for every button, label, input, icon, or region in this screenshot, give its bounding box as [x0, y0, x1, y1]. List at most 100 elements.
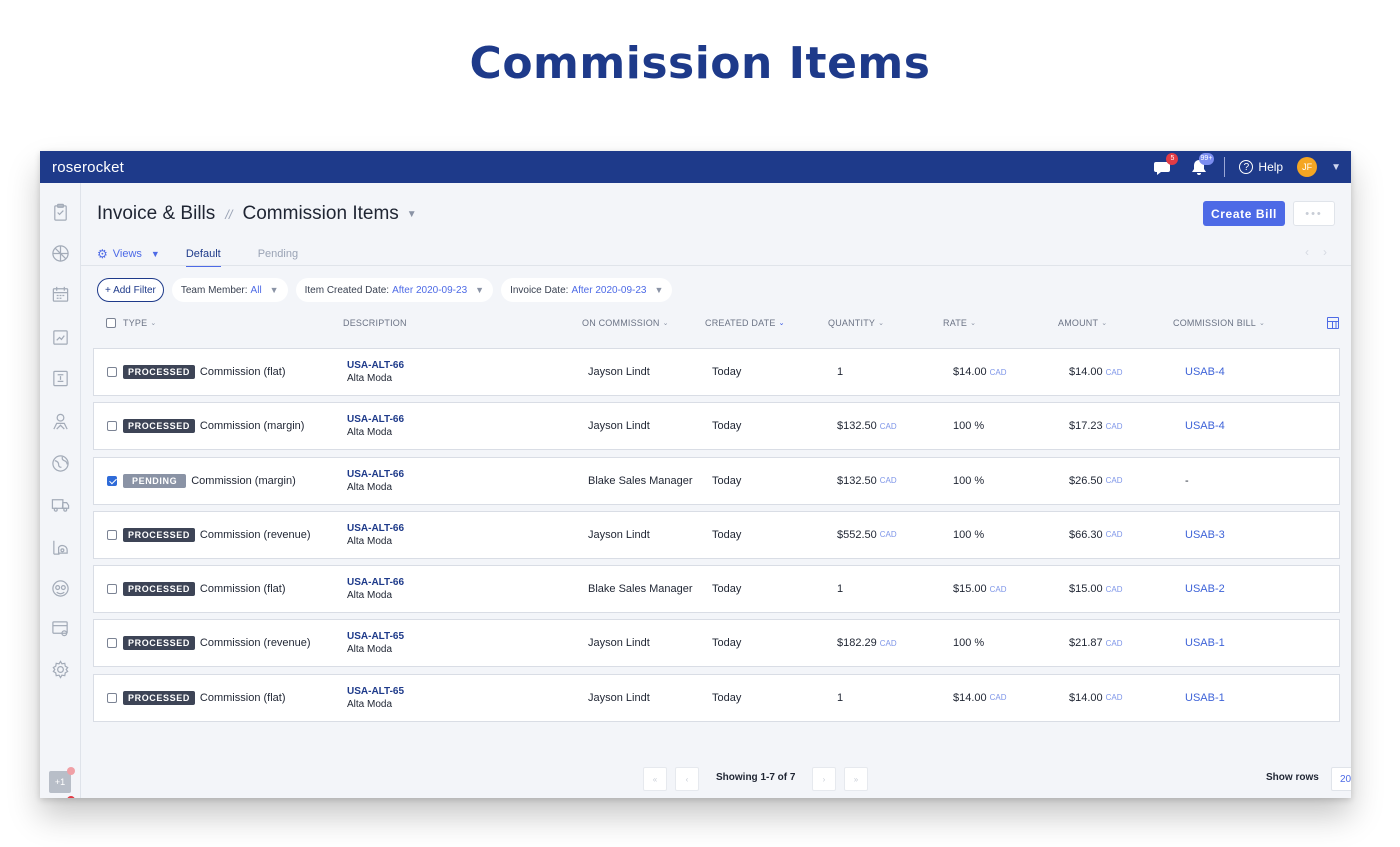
- table-body: PROCESSED Commission (flat) USA-ALT-66 Alta…: [93, 348, 1340, 728]
- table-row[interactable]: PROCESSED Commission (revenue) USA-ALT-65 A…: [93, 619, 1340, 668]
- sidebar-calendar-icon[interactable]: [51, 285, 70, 304]
- filter-invoice-date[interactable]: Invoice Date: After 2020-09-23 ▼: [501, 278, 673, 302]
- columns-settings-icon[interactable]: [1327, 317, 1339, 329]
- row-type-cell: PROCESSED Commission (flat): [107, 675, 286, 721]
- order-link[interactable]: USA-ALT-65: [347, 685, 404, 698]
- chevron-down-icon[interactable]: ▼: [407, 209, 417, 220]
- col-quantity[interactable]: QUANTITY ⌄: [828, 318, 884, 328]
- row-description-cell: USA-ALT-66 Alta Moda: [347, 349, 404, 395]
- chevron-down-icon: ▼: [269, 285, 279, 295]
- user-menu-caret-icon[interactable]: ▼: [1331, 162, 1341, 173]
- add-filter-button[interactable]: + Add Filter: [97, 278, 164, 302]
- order-link[interactable]: USA-ALT-66: [347, 468, 404, 481]
- select-all-checkbox[interactable]: [106, 318, 116, 328]
- order-link[interactable]: USA-ALT-66: [347, 359, 404, 372]
- sidebar-support-icon[interactable]: [51, 579, 70, 598]
- sidebar-driver-icon[interactable]: [51, 537, 70, 556]
- messages-icon[interactable]: 5: [1152, 153, 1179, 178]
- status-badge: PROCESSED: [123, 527, 195, 542]
- col-type[interactable]: TYPE ⌄: [106, 318, 156, 328]
- sidebar-billing-icon[interactable]: [51, 619, 70, 638]
- col-type-label: TYPE: [123, 318, 148, 328]
- col-commission-bill[interactable]: COMMISSION BILL ⌄: [1173, 318, 1265, 328]
- table-row[interactable]: PROCESSED Commission (revenue) USA-ALT-66 A…: [93, 510, 1340, 559]
- help-label: Help: [1258, 160, 1284, 174]
- sidebar-reports-icon[interactable]: [51, 328, 70, 347]
- currency-label: CAD: [1105, 367, 1123, 377]
- row-checkbox[interactable]: [107, 584, 117, 595]
- commission-bill-link[interactable]: USAB-4: [1185, 366, 1225, 378]
- sidebar-truck-icon[interactable]: [51, 495, 70, 514]
- row-checkbox[interactable]: [107, 421, 117, 432]
- order-link[interactable]: USA-ALT-66: [347, 576, 404, 589]
- tab-default[interactable]: Default: [185, 244, 221, 267]
- chevron-right-icon[interactable]: ›: [1323, 245, 1327, 259]
- row-checkbox[interactable]: [107, 692, 117, 703]
- order-link[interactable]: USA-ALT-66: [347, 522, 404, 535]
- col-description: DESCRIPTION: [343, 318, 407, 328]
- order-link[interactable]: USA-ALT-66: [347, 413, 404, 426]
- sidebar-global-icon[interactable]: [51, 454, 70, 473]
- col-rate[interactable]: RATE ⌄: [943, 318, 976, 328]
- quantity-value: $132.50: [837, 420, 877, 433]
- sidebar-orders-icon[interactable]: [51, 203, 70, 222]
- user-avatar[interactable]: JF: [1297, 157, 1318, 177]
- commission-bill-link[interactable]: USAB-3: [1185, 529, 1225, 541]
- ellipsis-icon: •••: [1305, 207, 1323, 220]
- logo[interactable]: roserocket: [52, 159, 124, 176]
- quantity-cell: $132.50 CAD: [837, 403, 897, 449]
- row-checkbox[interactable]: [107, 367, 117, 377]
- tab-pending[interactable]: Pending: [258, 244, 298, 264]
- order-link[interactable]: USA-ALT-65: [347, 630, 404, 643]
- row-checkbox[interactable]: [107, 529, 117, 540]
- commission-bill-cell: -: [1185, 458, 1189, 504]
- chevron-left-icon[interactable]: ‹: [1305, 245, 1309, 259]
- col-on-commission[interactable]: ON COMMISSION ⌄: [582, 318, 669, 328]
- status-badge: PROCESSED: [123, 690, 195, 705]
- sidebar-add-app-button[interactable]: +1: [49, 767, 75, 793]
- filter-item-created-date[interactable]: Item Created Date: After 2020-09-23 ▼: [295, 278, 494, 302]
- double-chevron-left-icon: «: [652, 774, 658, 784]
- last-page-button[interactable]: »: [844, 767, 868, 791]
- commission-bill-link[interactable]: USAB-1: [1185, 637, 1225, 649]
- row-checkbox[interactable]: [107, 638, 117, 649]
- table-row[interactable]: PROCESSED Commission (flat) USA-ALT-66 Alta…: [93, 348, 1340, 396]
- next-page-button[interactable]: ›: [812, 767, 836, 791]
- row-checkbox[interactable]: [107, 475, 117, 486]
- commission-bill-cell: USAB-1: [1185, 675, 1225, 721]
- sidebar-users-icon[interactable]: [51, 412, 70, 431]
- col-amount[interactable]: AMOUNT ⌄: [1058, 318, 1107, 328]
- notifications-icon[interactable]: 99+: [1188, 153, 1215, 178]
- table-row[interactable]: PROCESSED Commission (flat) USA-ALT-66 Alta…: [93, 565, 1340, 614]
- table-row[interactable]: PROCESSED Commission (flat) USA-ALT-65 Alta…: [93, 673, 1340, 722]
- amount-cell: $21.87 CAD: [1069, 620, 1123, 666]
- breadcrumb-root[interactable]: Invoice & Bills: [97, 203, 215, 225]
- currency-label: CAD: [1105, 421, 1123, 431]
- prev-page-button[interactable]: ‹: [675, 767, 699, 791]
- more-options-button[interactable]: •••: [1293, 201, 1335, 226]
- commission-bill-link[interactable]: USAB-2: [1185, 583, 1225, 595]
- table-row[interactable]: PENDING Commission (margin) USA-ALT-66 Alta…: [93, 456, 1340, 505]
- col-amount-label: AMOUNT: [1058, 318, 1099, 328]
- commission-type: Commission (revenue): [199, 528, 311, 541]
- first-page-button[interactable]: «: [643, 767, 667, 791]
- create-bill-button[interactable]: Create Bill: [1203, 201, 1285, 226]
- on-commission-cell: Jayson Lindt: [588, 691, 650, 704]
- row-type-cell: PROCESSED Commission (margin): [107, 403, 304, 449]
- rows-per-page-select[interactable]: 20 ▼: [1331, 767, 1351, 791]
- sidebar-invoice-icon[interactable]: [51, 369, 70, 388]
- on-commission-cell: Jayson Lindt: [588, 420, 650, 433]
- filter-team-member[interactable]: Team Member: All ▼: [171, 278, 288, 302]
- row-description-cell: USA-ALT-66 Alta Moda: [347, 403, 404, 449]
- page-title[interactable]: Commission Items: [243, 203, 399, 225]
- sidebar-settings-icon[interactable]: [51, 660, 70, 679]
- help-button[interactable]: ? Help: [1239, 160, 1283, 174]
- table-row[interactable]: PROCESSED Commission (margin) USA-ALT-66 Al…: [93, 402, 1340, 451]
- sidebar-network-icon[interactable]: [51, 244, 70, 263]
- pagination-status: Showing 1-7 of 7: [716, 772, 796, 783]
- col-created-date[interactable]: CREATED DATE ⌄: [705, 318, 785, 328]
- commission-bill-link[interactable]: USAB-4: [1185, 420, 1225, 432]
- views-dropdown[interactable]: ⚙ Views ▼: [97, 247, 160, 261]
- commission-bill-link[interactable]: USAB-1: [1185, 692, 1225, 704]
- currency-label: CAD: [879, 530, 897, 540]
